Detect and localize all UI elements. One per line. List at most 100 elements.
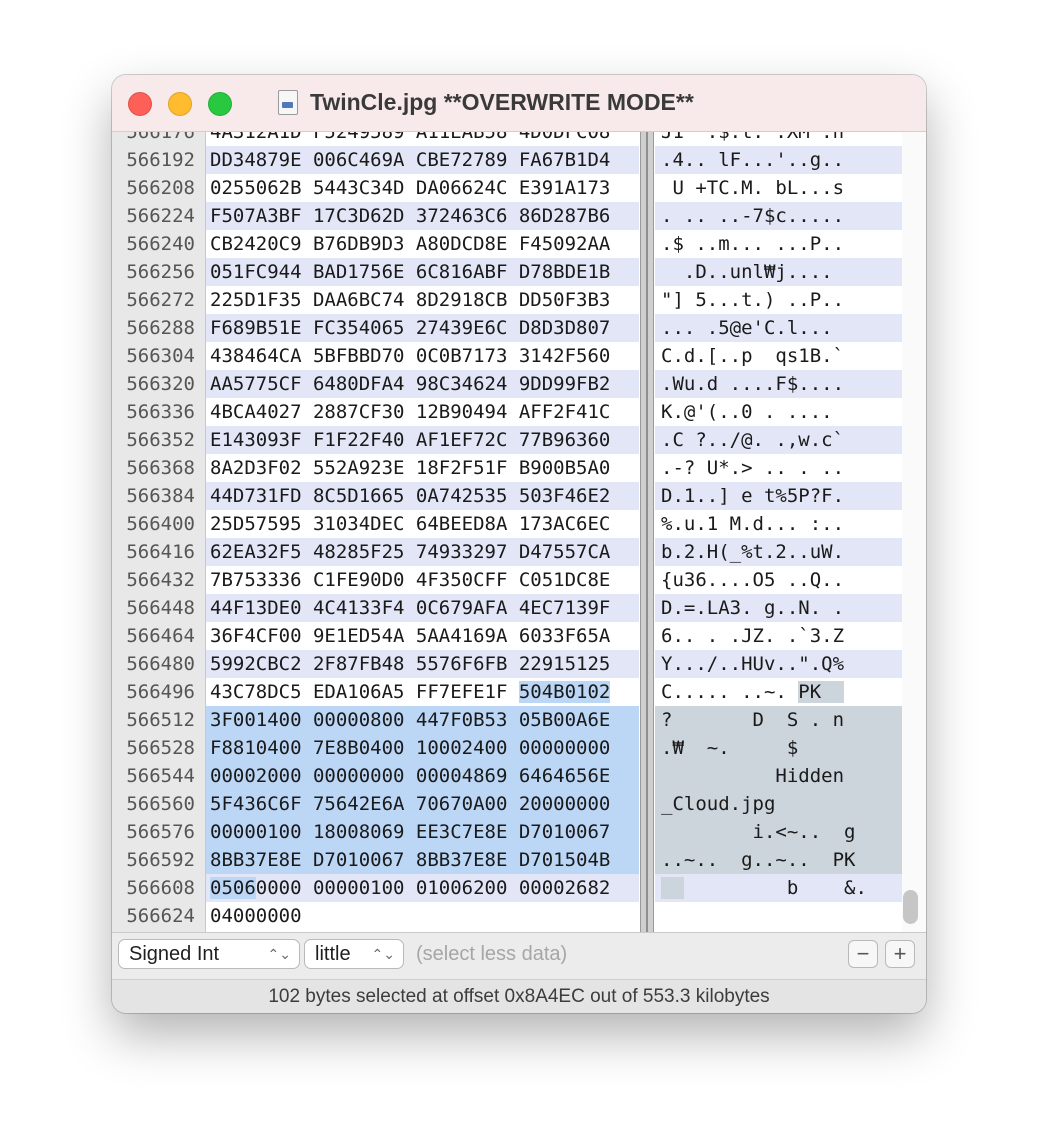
hex-row[interactable]: AA5775CF 6480DFA4 98C34624 9DD99FB2 [206, 370, 639, 398]
hex-row[interactable]: DD34879E 006C469A CBE72789 FA67B1D4 [206, 146, 639, 174]
ascii-row[interactable]: {u36....O5 ..Q.. [655, 566, 902, 594]
offset-label: 566624 [126, 905, 195, 927]
add-inspector-button[interactable]: + [885, 940, 915, 968]
offset-label: 566544 [126, 765, 195, 787]
offset-label: 566272 [126, 289, 195, 311]
hex-row[interactable]: E143093F F1F22F40 AF1EF72C 77B96360 [206, 426, 639, 454]
ascii-row[interactable]: .C ?../@. .,w.c` [655, 426, 902, 454]
offset-label: 566320 [126, 373, 195, 395]
hex-row[interactable]: 5F436C6F 75642E6A 70670A00 20000000 [206, 790, 639, 818]
zoom-button[interactable] [208, 92, 232, 116]
offset-label: 566560 [126, 793, 195, 815]
inspector-hint: (select less data) [416, 943, 568, 965]
close-button[interactable] [128, 92, 152, 116]
remove-inspector-button[interactable]: − [848, 940, 878, 968]
offset-label: 566304 [126, 345, 195, 367]
ascii-row[interactable]: ... .5@e'C.l... [655, 314, 902, 342]
scrollbar-thumb[interactable] [903, 890, 918, 924]
minimize-button[interactable] [168, 92, 192, 116]
hex-row[interactable]: 4A312A1D F5249589 A11EAB58 4D0DFC08 [206, 132, 639, 146]
ascii-row[interactable]: D.=.LA3. g..N. . [655, 594, 902, 622]
ascii-row[interactable]: D.1..] e t%5P?F. [655, 482, 902, 510]
hex-row[interactable]: 8BB37E8E D7010067 8BB37E8E D701504B [206, 846, 639, 874]
offset-label: 566224 [126, 205, 195, 227]
ascii-row[interactable]: .-? U*.> .. . .. [655, 454, 902, 482]
hex-row[interactable]: 3F001400 00000800 447F0B53 05B00A6E [206, 706, 639, 734]
offset-label: 566528 [126, 737, 195, 759]
pane-divider[interactable] [640, 132, 654, 932]
ascii-row[interactable]: C..... ..~. PK [655, 678, 902, 706]
offset-label: 566400 [126, 513, 195, 535]
ascii-unselected: b &. [683, 877, 867, 899]
scrollbar-track[interactable] [902, 132, 926, 932]
ascii-row[interactable]: . .. ..-7$c..... [655, 202, 902, 230]
ascii-row[interactable]: ? D S . n [655, 706, 902, 734]
ascii-row[interactable]: Hidden [655, 762, 902, 790]
hex-row[interactable]: 25D57595 31034DEC 64BEED8A 173AC6EC [206, 510, 639, 538]
ascii-row[interactable]: .₩ ~. $ [655, 734, 902, 762]
hex-row[interactable]: 051FC944 BAD1756E 6C816ABF D78BDE1B [206, 258, 639, 286]
data-inspector-bar: Signed Int ⌃⌄ little ⌃⌄ (select less dat… [112, 932, 926, 979]
hex-row[interactable]: 8A2D3F02 552A923E 18F2F51F B900B5A0 [206, 454, 639, 482]
ascii-row[interactable]: %.u.1 M.d... :.. [655, 510, 902, 538]
ascii-row[interactable]: .4.. lF...'..g.. [655, 146, 902, 174]
ascii-row[interactable]: K.@'(..0 . .... [655, 398, 902, 426]
ascii-row[interactable]: Y.../..HUv..".Q% [655, 650, 902, 678]
ascii-row[interactable] [655, 902, 902, 930]
offset-label: 566432 [126, 569, 195, 591]
hex-row[interactable]: CB2420C9 B76DB9D3 A80DCD8E F45092AA [206, 230, 639, 258]
hex-row[interactable]: F507A3BF 17C3D62D 372463C6 86D287B6 [206, 202, 639, 230]
hex-row[interactable]: 225D1F35 DAA6BC74 8D2918CB DD50F3B3 [206, 286, 639, 314]
offset-label: 566576 [126, 821, 195, 843]
offset-label: 566608 [126, 877, 195, 899]
ascii-row[interactable]: b.2.H(_%t.2..uW. [655, 538, 902, 566]
hex-row[interactable]: F689B51E FC354065 27439E6C D8D3D807 [206, 314, 639, 342]
hex-pane[interactable]: 4A312A1D F5249589 A11EAB58 4D0DFC08 DD348… [206, 132, 639, 932]
editor-content[interactable]: 566176 566192 566208 566224 566240 566256 5662… [112, 132, 926, 932]
hex-row[interactable]: 36F4CF00 9E1ED54A 5AA4169A 6033F65A [206, 622, 639, 650]
ascii-row[interactable]: .$ ..m... ...P.. [655, 230, 902, 258]
hex-row[interactable]: 5992CBC2 2F87FB48 5576F6FB 22915125 [206, 650, 639, 678]
ascii-row[interactable]: .D..unl₩j.... [655, 258, 902, 286]
endian-select[interactable]: little ⌃⌄ [304, 939, 404, 969]
hex-row[interactable]: 7B753336 C1FE90D0 4F350CFF C051DC8E [206, 566, 639, 594]
ascii-row[interactable]: _Cloud.jpg [655, 790, 902, 818]
type-select[interactable]: Signed Int ⌃⌄ [118, 939, 300, 969]
hex-row[interactable]: 0255062B 5443C34D DA06624C E391A173 [206, 174, 639, 202]
ascii-row[interactable]: .Wu.d ....F$.... [655, 370, 902, 398]
ascii-row[interactable]: J1 .$.t. .XM .n [655, 132, 902, 146]
hex-row[interactable]: 04000000 [206, 902, 639, 930]
offset-label: 566448 [126, 597, 195, 619]
offset-label: 566416 [126, 541, 195, 563]
hex-row[interactable]: F8810400 7E8B0400 10002400 00000000 [206, 734, 639, 762]
hex-row[interactable]: 43C78DC5 EDA106A5 FF7EFE1F 504B0102 [206, 678, 639, 706]
offset-column: 566176 566192 566208 566224 566240 566256 5662… [112, 132, 206, 932]
offset-label: 566240 [126, 233, 195, 255]
hex-row[interactable]: 438464CA 5BFBBD70 0C0B7173 3142F560 [206, 342, 639, 370]
offset-label: 566288 [126, 317, 195, 339]
type-select-value: Signed Int [129, 943, 220, 965]
ascii-row[interactable]: b &. [655, 874, 902, 902]
hex-row[interactable]: 05060000 00000100 01006200 00002682 [206, 874, 639, 902]
offset-label: 566256 [126, 261, 195, 283]
hex-selected: 0506 [210, 877, 256, 899]
ascii-row[interactable]: i.<~.. g [655, 818, 902, 846]
hex-row[interactable]: 44F13DE0 4C4133F4 0C679AFA 4EC7139F [206, 594, 639, 622]
hex-row[interactable]: 00002000 00000000 00004869 6464656E [206, 762, 639, 790]
hex-row[interactable]: 00000100 18008069 EE3C7E8E D7010067 [206, 818, 639, 846]
ascii-row[interactable]: U +TC.M. bL...s [655, 174, 902, 202]
ascii-pane[interactable]: J1 .$.t. .XM .n .4.. lF...'..g.. U +TC.M.… [655, 132, 902, 932]
hex-row[interactable]: 4BCA4027 2887CF30 12B90494 AFF2F41C [206, 398, 639, 426]
title-bar[interactable]: TwinCle.jpg **OVERWRITE MODE** [112, 75, 926, 132]
hex-row[interactable]: 44D731FD 8C5D1665 0A742535 503F46E2 [206, 482, 639, 510]
hex-unselected: 0000 00000100 01006200 00002682 [255, 877, 611, 899]
hex-row[interactable]: 62EA32F5 48285F25 74933297 D47557CA [206, 538, 639, 566]
ascii-row[interactable]: "] 5...t.) ..P.. [655, 286, 902, 314]
offset-label: 566592 [126, 849, 195, 871]
hex-selected: 504B0102 [518, 681, 611, 703]
offset-label: 566176 [126, 132, 195, 143]
ascii-row[interactable]: ..~.. g..~.. PK [655, 846, 902, 874]
ascii-selected [661, 877, 684, 899]
ascii-row[interactable]: 6.. . .JZ. .`3.Z [655, 622, 902, 650]
ascii-row[interactable]: C.d.[..p qs1B.` [655, 342, 902, 370]
